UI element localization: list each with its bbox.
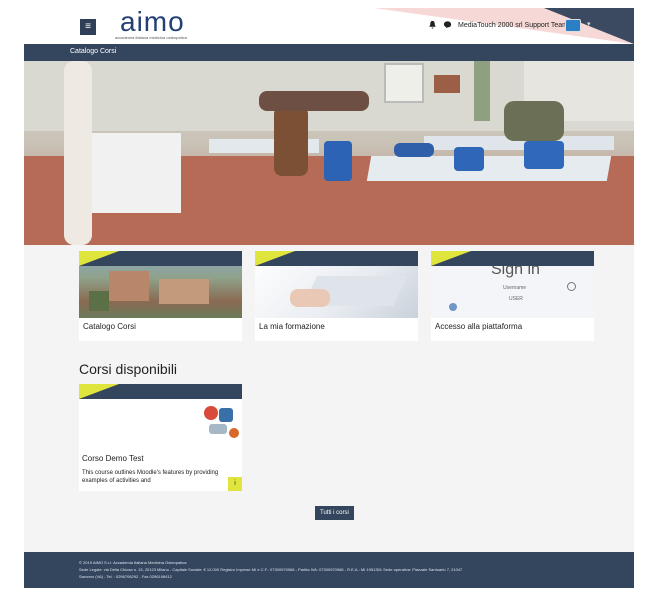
info-icon[interactable]: i xyxy=(228,477,242,491)
card-accent xyxy=(79,251,119,266)
logo-subtitle: accademia italiana medicina osteopatica xyxy=(115,35,187,40)
footer-contact: Saronno (VA) - Tel. : 0296706292 - Fax 0… xyxy=(79,574,172,579)
chat-icon[interactable] xyxy=(443,20,452,31)
course-image xyxy=(79,384,242,448)
avatar[interactable] xyxy=(565,19,581,32)
logo[interactable]: aimo xyxy=(120,8,185,38)
card-catalogo-corsi[interactable]: Catalogo Corsi xyxy=(79,251,242,341)
card-accent xyxy=(255,251,295,266)
hero-image xyxy=(24,61,634,245)
card-accesso-piattaforma[interactable]: Sign in Username USER Accesso alla piatt… xyxy=(431,251,594,341)
top-header: ≡ aimo accademia italiana medicina osteo… xyxy=(24,8,634,44)
user-menu-name[interactable]: MediaTouch 2000 srl Support Team xyxy=(458,22,568,29)
card-label: La mia formazione xyxy=(259,322,325,331)
card-accent xyxy=(79,384,119,399)
info-circle-icon xyxy=(567,282,576,291)
footer: © 2019 AIMO S.r.l. Accademia Italiana Me… xyxy=(24,552,634,588)
user-icon xyxy=(449,303,457,311)
course-card[interactable]: Corso Demo Test This course outlines Moo… xyxy=(79,384,242,491)
course-summary: This course outlines Moodle's features b… xyxy=(82,470,219,484)
card-accent xyxy=(431,251,471,266)
breadcrumb-bar: Catalogo Corsi xyxy=(24,44,634,61)
footer-legal: Sede Legale: via Della Chiusa n. 15, 201… xyxy=(79,567,463,572)
card-label: Catalogo Corsi xyxy=(83,322,136,331)
signin-username: Username xyxy=(503,285,527,291)
bell-icon[interactable] xyxy=(428,20,437,31)
chevron-down-icon[interactable]: ▾ xyxy=(587,20,591,28)
footer-copyright: © 2019 AIMO S.r.l. Accademia Italiana Me… xyxy=(79,560,187,565)
menu-toggle-button[interactable]: ≡ xyxy=(80,19,96,35)
card-label: Accesso alla piattaforma xyxy=(435,322,523,331)
course-title[interactable]: Corso Demo Test xyxy=(82,454,144,463)
breadcrumb[interactable]: Catalogo Corsi xyxy=(70,48,116,55)
page-frame: ≡ aimo accademia italiana medicina osteo… xyxy=(24,8,634,588)
card-la-mia-formazione[interactable]: La mia formazione xyxy=(255,251,418,341)
section-title: Corsi disponibili xyxy=(79,361,178,377)
signin-user-value: USER xyxy=(509,296,523,302)
all-courses-button[interactable]: Tutti i corsi xyxy=(315,506,354,520)
